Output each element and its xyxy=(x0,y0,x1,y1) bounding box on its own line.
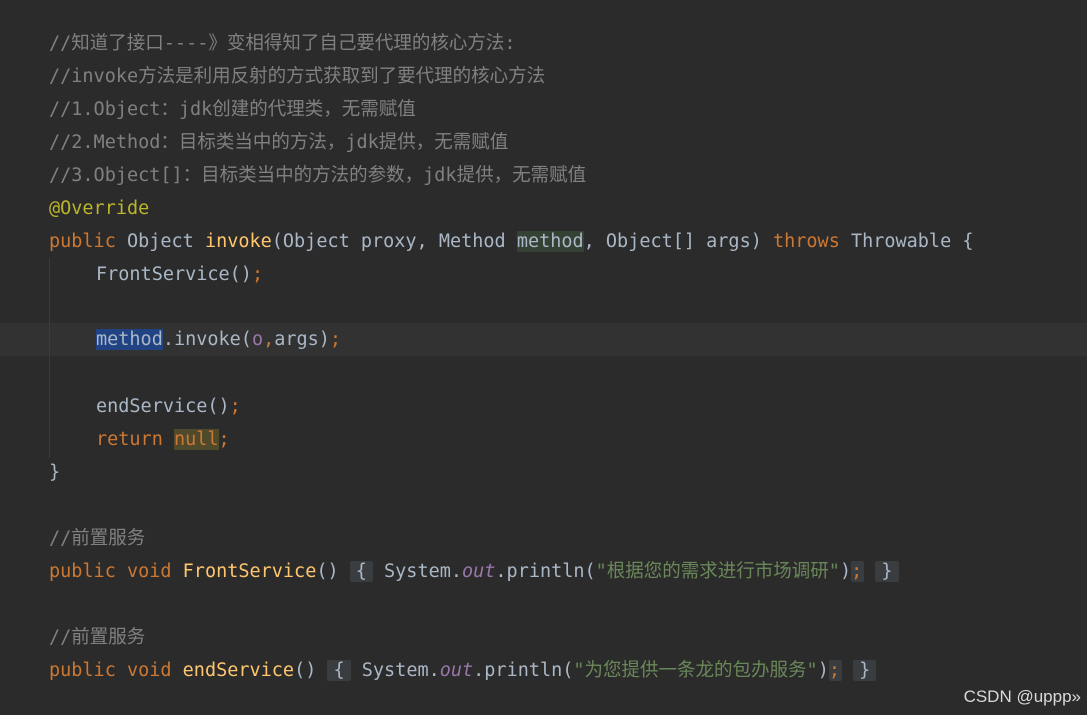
csdn-watermark: CSDN @uppp» xyxy=(963,687,1081,706)
front-service-method-line: public void FrontService() { System.out.… xyxy=(49,555,899,588)
method-invoke-line[interactable]: method.invoke(o,args); xyxy=(96,323,341,356)
semicolon: ; xyxy=(218,429,230,450)
method-name-endservice: endService xyxy=(182,660,295,681)
println-call: .println( xyxy=(473,660,574,681)
static-field-out: out xyxy=(439,660,474,681)
invoke-signature-line: public Object invoke(Object proxy, Metho… xyxy=(49,225,973,258)
return-type: Object xyxy=(115,231,205,252)
end-service-method-line: public void endService() { System.out.pr… xyxy=(49,654,877,687)
arg-o: o xyxy=(251,329,264,350)
keyword-void: void xyxy=(126,561,172,582)
system-ref: System. xyxy=(372,561,462,582)
end-service-call: endService() xyxy=(96,396,230,417)
keyword-void: void xyxy=(126,660,172,681)
string-literal: "为您提供一条龙的包办服务" xyxy=(573,660,818,681)
println-call: .println( xyxy=(495,561,596,582)
close-paren: ) xyxy=(839,561,852,582)
signature-tail: Throwable { xyxy=(839,231,974,252)
comment-line-5: //3.Object[]：目标类当中的方法的参数，jdk提供，无需赋值 xyxy=(49,165,587,186)
fold-close-brace[interactable]: } xyxy=(875,561,899,582)
parens: () xyxy=(294,660,317,681)
comment-line-3: //1.Object：jdk创建的代理类，无需赋值 xyxy=(49,99,416,120)
static-field-out: out xyxy=(462,561,496,582)
keyword-public: public xyxy=(49,231,116,252)
semicolon: ; xyxy=(329,329,342,350)
parens: () xyxy=(316,561,339,582)
semicolon: ; xyxy=(229,396,241,417)
front-service-call: FrontService() xyxy=(96,264,252,285)
invoke-call: .invoke( xyxy=(162,329,252,350)
comment-line-1: //知道了接口----》变相得知了自己要代理的核心方法: xyxy=(49,33,516,54)
comma: , xyxy=(263,329,275,350)
closing-brace: } xyxy=(49,462,61,483)
param-method-highlight: method xyxy=(516,231,584,252)
fold-open-brace[interactable]: { xyxy=(327,660,351,681)
comment-front-service: //前置服务 xyxy=(49,528,146,549)
comment-line-2: //invoke方法是利用反射的方式获取到了要代理的核心方法 xyxy=(49,66,546,87)
fold-open-brace[interactable]: { xyxy=(349,561,373,582)
keyword-return: return xyxy=(96,429,163,450)
system-ref: System. xyxy=(350,660,440,681)
semicolon: ; xyxy=(251,264,264,285)
null-literal: null xyxy=(173,429,219,450)
arg-args: args xyxy=(274,329,319,350)
end-service-call-line: endService(); xyxy=(96,390,241,423)
keyword-public: public xyxy=(49,660,116,681)
return-line: return null; xyxy=(96,423,230,456)
params-part-a: (Object proxy, Method xyxy=(271,231,517,252)
comment-line-4: //2.Method：目标类当中的方法，jdk提供，无需赋值 xyxy=(49,132,509,153)
selected-text-method[interactable]: method xyxy=(96,329,163,350)
string-literal: "根据您的需求进行市场调研" xyxy=(595,561,840,582)
close-paren: ) xyxy=(318,329,330,350)
keyword-throws: throws xyxy=(773,231,840,252)
method-name-frontservice: FrontService xyxy=(182,561,317,582)
method-name-invoke: invoke xyxy=(204,231,272,252)
code-editor[interactable]: //知道了接口----》变相得知了自己要代理的核心方法: //invoke方法是… xyxy=(0,0,1087,715)
comment-end-service: //前置服务 xyxy=(49,627,146,648)
indent-guide xyxy=(49,258,50,458)
front-service-call-line: FrontService(); xyxy=(96,258,263,291)
semicolon: ; xyxy=(851,561,865,582)
semicolon: ; xyxy=(828,660,842,681)
keyword-public: public xyxy=(49,561,116,582)
params-part-b: , Object[] args) xyxy=(583,231,773,252)
fold-close-brace[interactable]: } xyxy=(853,660,877,681)
close-paren: ) xyxy=(817,660,829,681)
override-annotation: @Override xyxy=(49,198,150,219)
